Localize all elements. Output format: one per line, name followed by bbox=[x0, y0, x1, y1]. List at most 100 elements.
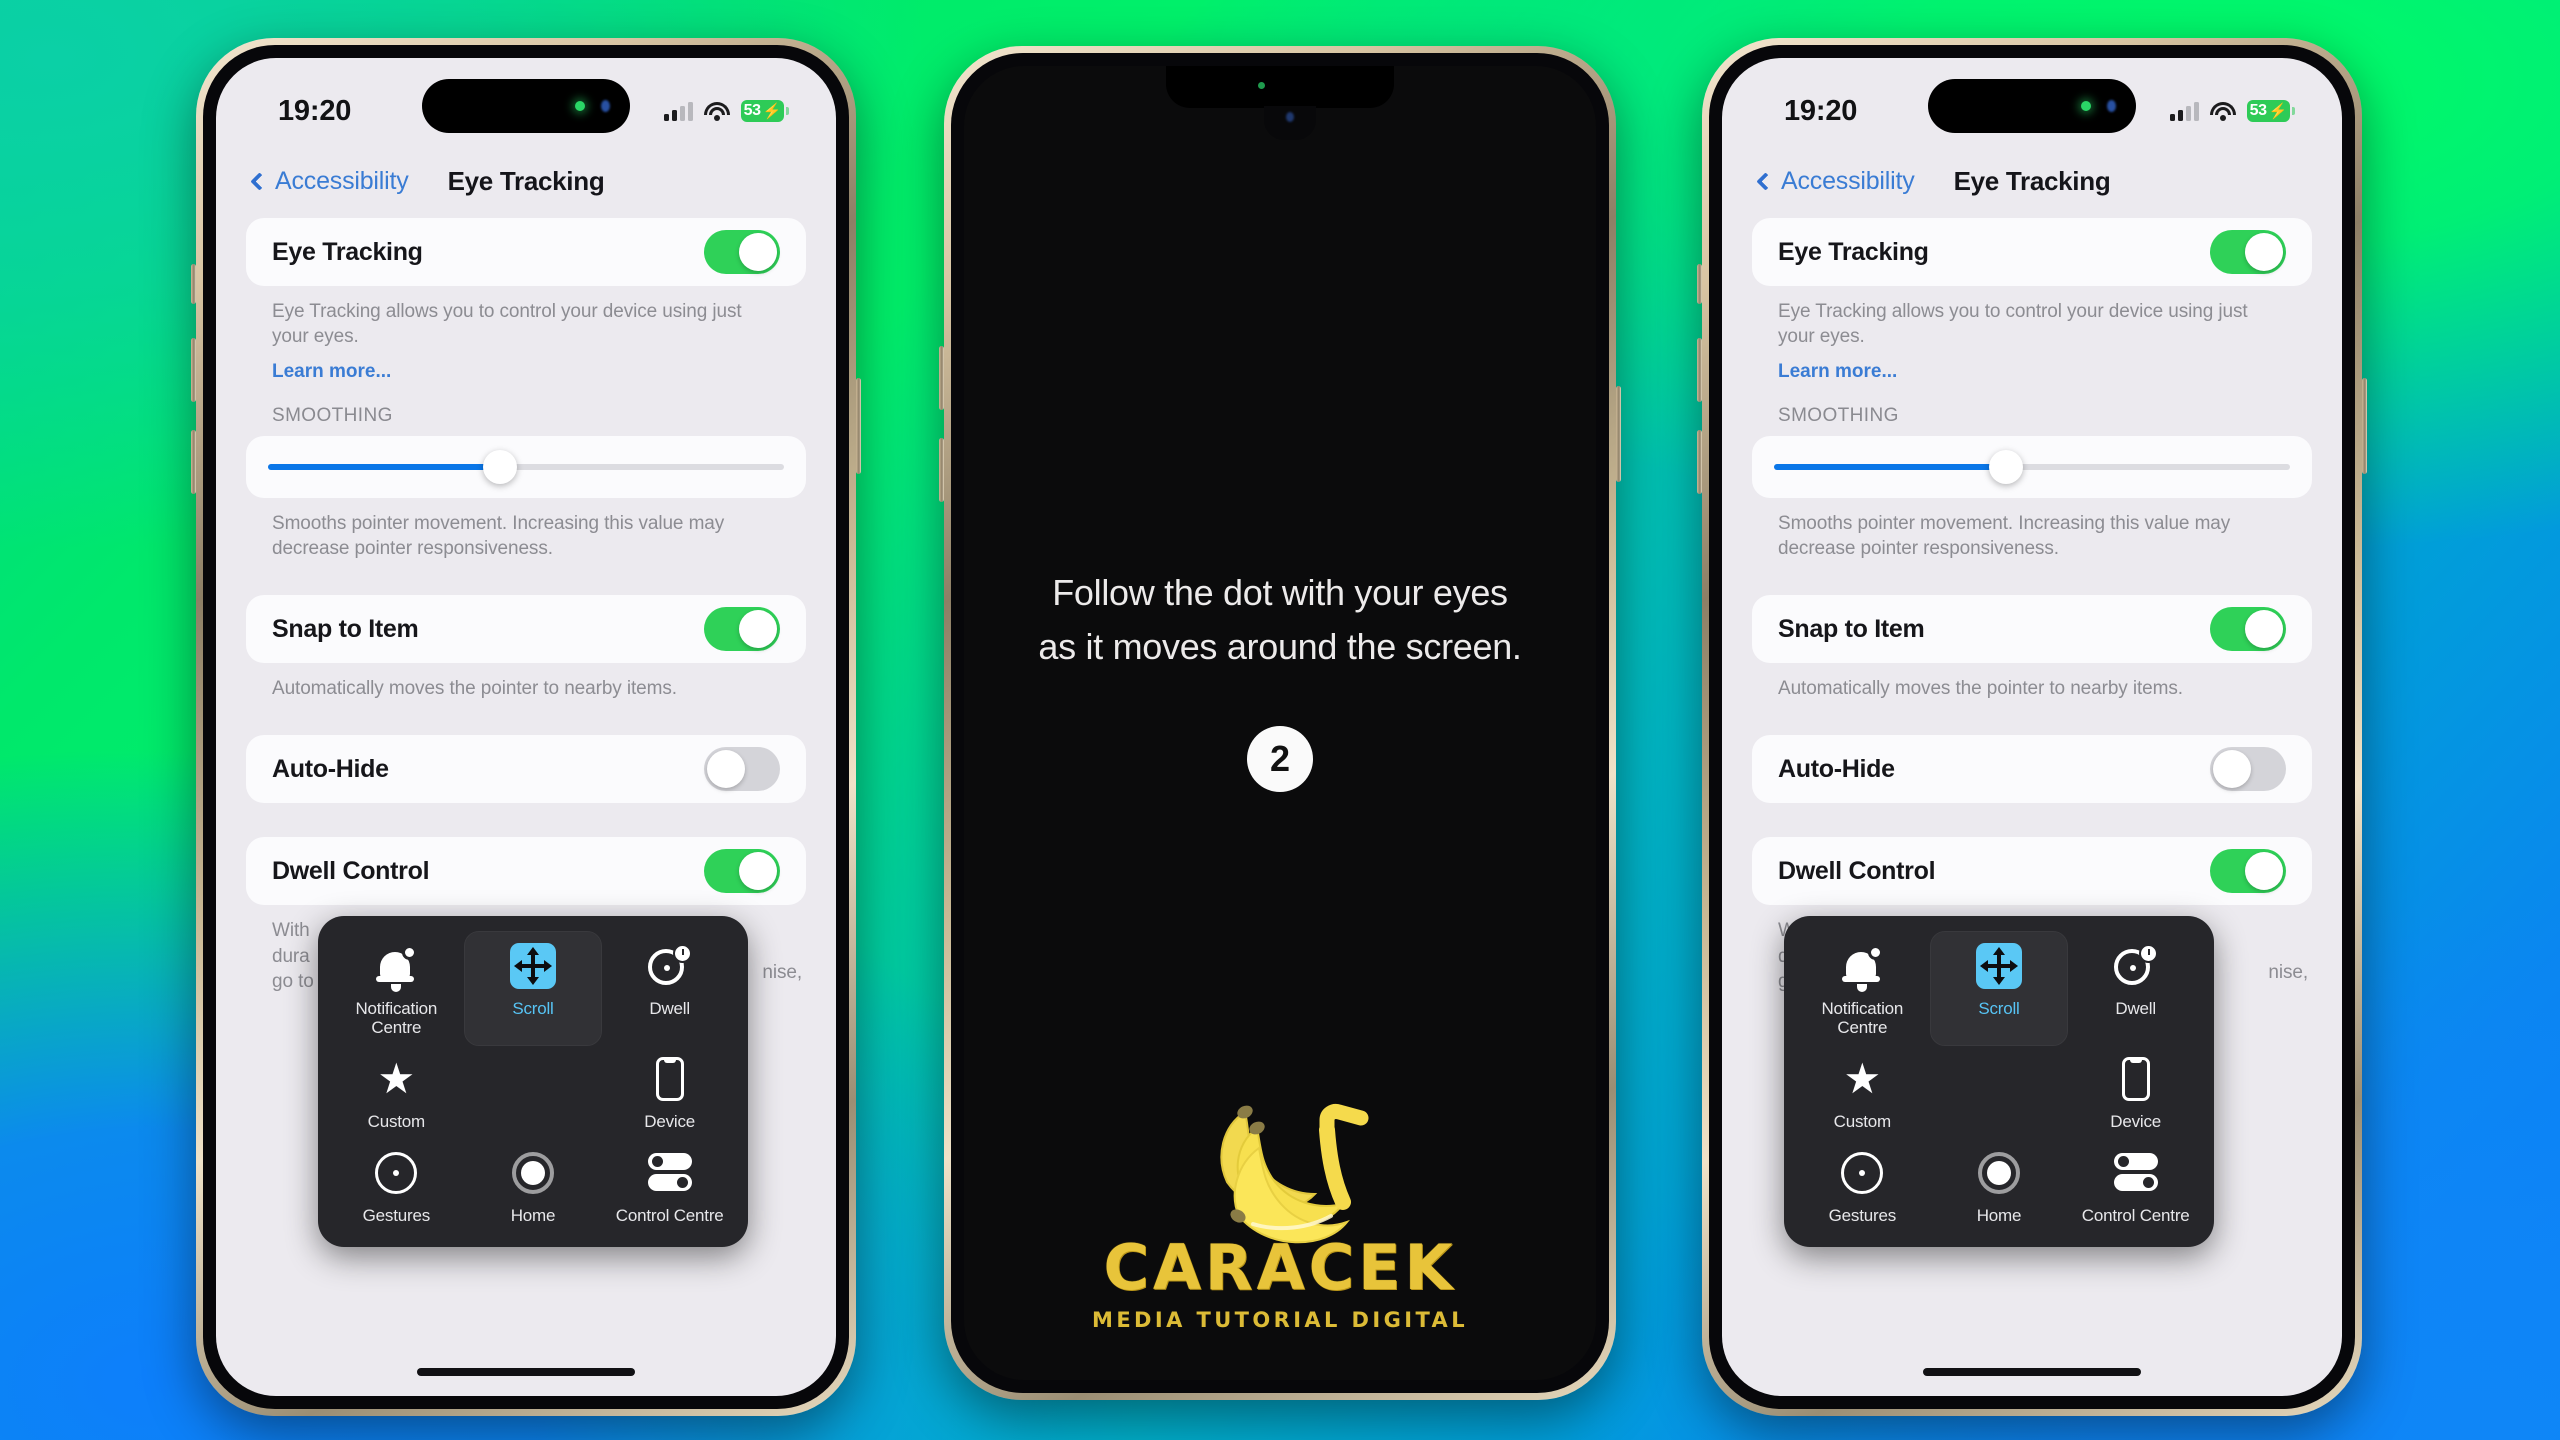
eye-tracking-row[interactable]: Eye Tracking bbox=[246, 218, 806, 286]
dwell-control-row-right[interactable]: Dwell Control bbox=[1752, 837, 2312, 906]
eye-tracking-row-right[interactable]: Eye Tracking bbox=[1752, 218, 2312, 286]
eye-tracking-label: Eye Tracking bbox=[272, 237, 423, 266]
ring-silent-switch[interactable] bbox=[191, 264, 196, 304]
back-to-accessibility-button[interactable]: Accessibility bbox=[250, 167, 409, 196]
scroll-arrows-icon-right bbox=[1975, 942, 2023, 990]
power-button-center[interactable] bbox=[1616, 386, 1621, 482]
assistive-item-notification-centre[interactable]: Notification Centre bbox=[328, 932, 465, 1045]
volume-up-button-center[interactable] bbox=[939, 346, 944, 410]
dwell-desc-line3: go to bbox=[272, 971, 314, 993]
assistive-item-custom-right[interactable]: ★ Custom bbox=[1794, 1045, 1931, 1139]
snap-to-item-label: Snap to Item bbox=[272, 614, 419, 643]
assistive-label-dwell-right: Dwell bbox=[2115, 999, 2156, 1018]
home-button-icon bbox=[509, 1149, 557, 1197]
snap-to-item-toggle-right[interactable] bbox=[2210, 607, 2286, 652]
assistive-label-custom: Custom bbox=[367, 1112, 426, 1132]
volume-down-button-center[interactable] bbox=[939, 438, 944, 502]
assistive-item-control-centre[interactable]: Control Centre bbox=[601, 1139, 738, 1233]
auto-hide-label-right: Auto-Hide bbox=[1778, 754, 1895, 783]
smoothing-slider-row[interactable] bbox=[246, 436, 806, 499]
eye-tracking-label-right: Eye Tracking bbox=[1778, 237, 1929, 266]
dwell-desc-line1: With bbox=[272, 920, 310, 942]
assistive-touch-menu-right[interactable]: Notification Centre Scroll Dwell ★ Custo… bbox=[1784, 916, 2214, 1248]
back-to-accessibility-button-right[interactable]: Accessibility bbox=[1756, 167, 1915, 196]
assistive-label-device-right: Device bbox=[2110, 1112, 2162, 1132]
device-phone-icon bbox=[646, 1055, 694, 1103]
assistive-item-device[interactable]: Device bbox=[601, 1045, 738, 1139]
assistive-label-gestures-right: Gestures bbox=[1828, 1206, 1897, 1226]
face-id-sensor-indicator bbox=[1286, 112, 1294, 122]
learn-more-link-right[interactable]: Learn more... bbox=[1752, 349, 1923, 383]
volume-up-button[interactable] bbox=[191, 338, 196, 402]
assistive-item-gestures[interactable]: Gestures bbox=[328, 1139, 465, 1233]
eye-tracking-description-right: Eye Tracking allows you to control your … bbox=[1778, 301, 2248, 348]
dwell-control-description-tail-right: nise, bbox=[2268, 962, 2308, 983]
eye-tracking-toggle-right[interactable] bbox=[2210, 230, 2286, 274]
dwell-control-row[interactable]: Dwell Control bbox=[246, 837, 806, 906]
home-indicator[interactable] bbox=[417, 1368, 635, 1376]
assistive-item-device-right[interactable]: Device bbox=[2067, 1045, 2204, 1139]
camera-active-indicator bbox=[575, 101, 585, 111]
battery-charging-bolt-icon-right: ⚡ bbox=[2268, 102, 2288, 120]
assistive-item-scroll[interactable]: Scroll bbox=[463, 930, 603, 1047]
battery-charging-bolt-icon: ⚡ bbox=[762, 102, 782, 120]
calibration-instruction: Follow the dot with your eyes as it move… bbox=[998, 566, 1561, 674]
assistive-label-home-right: Home bbox=[1976, 1206, 2022, 1226]
assistive-label-notification-centre: Notification Centre bbox=[355, 999, 438, 1038]
learn-more-link[interactable]: Learn more... bbox=[246, 349, 417, 383]
assistive-touch-menu[interactable]: Notification Centre Scroll Dwell ★ Custo… bbox=[318, 916, 748, 1248]
assistive-item-gestures-right[interactable]: Gestures bbox=[1794, 1139, 1931, 1233]
camera-active-indicator-right bbox=[2081, 101, 2091, 111]
smoothing-slider[interactable] bbox=[268, 450, 784, 485]
dwell-control-toggle[interactable] bbox=[704, 849, 780, 894]
assistive-label-home: Home bbox=[510, 1206, 556, 1226]
assistive-label-notification-centre-right: Notification Centre bbox=[1821, 999, 1904, 1038]
assistive-item-home-right[interactable]: Home bbox=[1931, 1139, 2068, 1233]
smoothing-section-header-right: SMOOTHING bbox=[1778, 405, 1899, 427]
assistive-item-custom[interactable]: ★ Custom bbox=[328, 1045, 465, 1139]
smoothing-slider-knob-right[interactable] bbox=[1989, 450, 2024, 485]
phone-left-bezel: 19:20 53 ⚡ Accessibility Eye Tracking Ey… bbox=[203, 45, 849, 1409]
smoothing-slider-knob[interactable] bbox=[483, 450, 518, 485]
snap-to-item-row-right[interactable]: Snap to Item bbox=[1752, 595, 2312, 664]
phone-left: 19:20 53 ⚡ Accessibility Eye Tracking Ey… bbox=[191, 38, 861, 1416]
assistive-label-custom-right: Custom bbox=[1833, 1112, 1892, 1132]
front-camera-notch bbox=[1166, 66, 1394, 108]
volume-down-button-right[interactable] bbox=[1697, 430, 1702, 494]
assistive-item-home[interactable]: Home bbox=[465, 1139, 602, 1233]
star-icon: ★ bbox=[377, 1055, 416, 1103]
assistive-item-dwell[interactable]: Dwell bbox=[601, 932, 738, 1045]
assistive-item-control-centre-right[interactable]: Control Centre bbox=[2067, 1139, 2204, 1233]
star-icon-right: ★ bbox=[1843, 1055, 1882, 1103]
auto-hide-toggle-right[interactable] bbox=[2210, 747, 2286, 792]
calibration-dot[interactable]: 2 bbox=[1247, 726, 1313, 792]
snap-to-item-toggle[interactable] bbox=[704, 607, 780, 652]
power-button[interactable] bbox=[856, 378, 861, 474]
snap-to-item-row[interactable]: Snap to Item bbox=[246, 595, 806, 664]
dwell-timer-icon bbox=[646, 942, 694, 990]
status-bar-time: 19:20 bbox=[278, 94, 352, 127]
eye-tracking-toggle[interactable] bbox=[704, 230, 780, 274]
auto-hide-row-right[interactable]: Auto-Hide bbox=[1752, 735, 2312, 804]
dwell-control-toggle-right[interactable] bbox=[2210, 849, 2286, 894]
power-button-right[interactable] bbox=[2362, 378, 2367, 474]
assistive-item-notification-centre-right[interactable]: Notification Centre bbox=[1794, 932, 1931, 1045]
phone-center-bezel: Follow the dot with your eyes as it move… bbox=[951, 53, 1609, 1393]
assistive-item-scroll-right[interactable]: Scroll bbox=[1929, 930, 2069, 1047]
ring-silent-switch-right[interactable] bbox=[1697, 264, 1702, 304]
assistive-label-scroll: Scroll bbox=[512, 999, 554, 1018]
smoothing-slider-row-right[interactable] bbox=[1752, 436, 2312, 499]
dynamic-island-right bbox=[1928, 79, 2136, 133]
back-button-label: Accessibility bbox=[275, 166, 409, 195]
calibration-line-1: Follow the dot with your eyes bbox=[1052, 572, 1508, 613]
auto-hide-toggle[interactable] bbox=[704, 747, 780, 792]
watermark-brand: CARACEK bbox=[1103, 1231, 1457, 1304]
smoothing-slider-right[interactable] bbox=[1774, 450, 2290, 485]
volume-down-button[interactable] bbox=[191, 430, 196, 494]
volume-up-button-right[interactable] bbox=[1697, 338, 1702, 402]
snap-to-item-label-right: Snap to Item bbox=[1778, 614, 1925, 643]
auto-hide-row[interactable]: Auto-Hide bbox=[246, 735, 806, 804]
assistive-item-dwell-right[interactable]: Dwell bbox=[2067, 932, 2204, 1045]
home-indicator-right[interactable] bbox=[1923, 1368, 2141, 1376]
assistive-label-control-centre: Control Centre bbox=[615, 1206, 724, 1226]
